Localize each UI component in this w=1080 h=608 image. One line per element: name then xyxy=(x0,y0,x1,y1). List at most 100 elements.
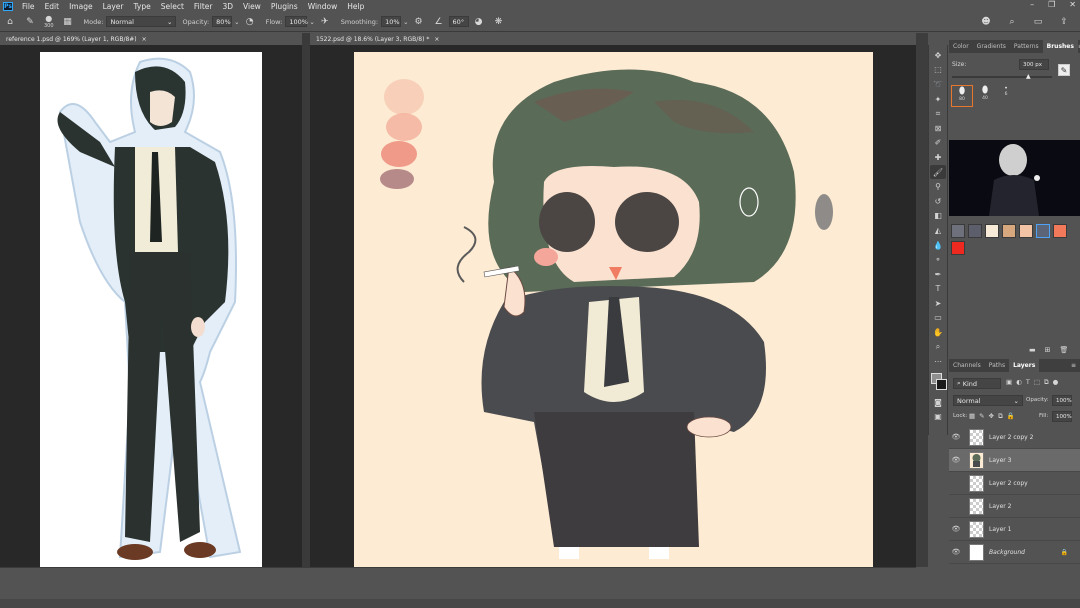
menu-file[interactable]: File xyxy=(17,2,40,11)
menu-select[interactable]: Select xyxy=(156,2,189,11)
adjustment-filter-icon[interactable]: ◐ xyxy=(1016,378,1022,387)
share-icon[interactable]: ⇪ xyxy=(1057,15,1071,29)
swatch-3[interactable] xyxy=(985,224,999,238)
smoothing-field[interactable]: 10% xyxy=(381,16,402,27)
layer-row-layer-1[interactable]: 👁 Layer 1 xyxy=(949,518,1080,541)
new-brush-icon[interactable]: ✎ xyxy=(1058,64,1070,76)
flow-field[interactable]: 100% xyxy=(285,16,308,27)
smart-object-filter-icon[interactable]: ⧉ xyxy=(1044,378,1049,387)
swatch-4[interactable] xyxy=(1002,224,1016,238)
clone-stamp-tool-icon[interactable]: ⚲ xyxy=(930,179,946,194)
hand-tool-icon[interactable]: ✋ xyxy=(930,325,946,340)
visibility-eye-icon[interactable]: 👁 xyxy=(949,433,963,441)
tab-paths[interactable]: Paths xyxy=(985,359,1009,372)
split-divider[interactable] xyxy=(302,33,310,567)
search-icon[interactable]: ⌕ xyxy=(1005,15,1019,29)
menu-layer[interactable]: Layer xyxy=(98,2,129,11)
menu-help[interactable]: Help xyxy=(342,2,369,11)
pen-tool-icon[interactable]: ✒ xyxy=(930,267,946,282)
trash-icon[interactable]: 🗑 xyxy=(1060,346,1069,354)
size-slider[interactable] xyxy=(952,76,1052,78)
menu-3d[interactable]: 3D xyxy=(217,2,238,11)
swatch-8[interactable] xyxy=(951,241,965,255)
lock-pixels-icon[interactable]: ✎ xyxy=(979,412,984,421)
healing-brush-tool-icon[interactable]: ✚ xyxy=(930,150,946,165)
brush-preset-1[interactable]: ⬮ 80 xyxy=(951,85,973,107)
menu-type[interactable]: Type xyxy=(129,2,156,11)
user-icon[interactable]: ☻ xyxy=(979,15,993,29)
brush-preset-2[interactable]: ⬮ 40 xyxy=(977,85,993,107)
blur-tool-icon[interactable]: 💧 xyxy=(930,238,946,253)
close-icon[interactable]: ✕ xyxy=(1069,0,1076,9)
workspace-icon[interactable]: ▭ xyxy=(1031,15,1045,29)
swatch-5[interactable] xyxy=(1019,224,1033,238)
airbrush-icon[interactable]: ✈ xyxy=(318,15,332,29)
swatch-1[interactable] xyxy=(951,224,965,238)
pixel-filter-icon[interactable]: ▣ xyxy=(1006,378,1012,387)
crop-tool-icon[interactable]: ⌗ xyxy=(930,106,946,121)
menu-filter[interactable]: Filter xyxy=(189,2,218,11)
blend-mode-select[interactable]: Normal ⌄ xyxy=(953,395,1023,406)
zoom-tool-icon[interactable]: ⌕ xyxy=(930,340,946,355)
opacity-field[interactable]: 80% xyxy=(212,16,233,27)
folder-icon[interactable]: ▬ xyxy=(1029,346,1036,354)
menu-edit[interactable]: Edit xyxy=(40,2,65,11)
quick-mask-icon[interactable]: ◙ xyxy=(930,395,946,410)
visibility-eye-icon[interactable]: 👁 xyxy=(949,525,963,533)
lock-position-icon[interactable]: ✥ xyxy=(989,412,994,421)
more-tools-icon[interactable]: ⋯ xyxy=(930,354,946,369)
tab-artwork[interactable]: 1522.psd @ 18.6% (Layer 3, RGB/8) * × xyxy=(310,33,916,45)
swatch-6[interactable] xyxy=(1036,224,1050,238)
shape-filter-icon[interactable]: ⬚ xyxy=(1034,378,1040,387)
menu-view[interactable]: View xyxy=(238,2,266,11)
tab-color[interactable]: Color xyxy=(949,40,973,53)
brush-settings-icon[interactable]: ▦ xyxy=(61,15,75,29)
brush-tool-preset-icon[interactable]: ✎ xyxy=(23,15,37,29)
menu-plugins[interactable]: Plugins xyxy=(266,2,303,11)
lock-all-icon[interactable]: 🔒 xyxy=(1007,412,1015,421)
tab-brushes[interactable]: Brushes xyxy=(1042,40,1078,53)
type-filter-icon[interactable]: T xyxy=(1026,378,1030,387)
layer-row-layer-2-copy[interactable]: Layer 2 copy xyxy=(949,472,1080,495)
tab-layers[interactable]: Layers xyxy=(1009,359,1040,372)
pressure-size-icon[interactable]: ◕ xyxy=(472,15,486,29)
mode-select[interactable]: Normal ⌄ xyxy=(106,16,177,27)
add-icon[interactable]: ⊞ xyxy=(1045,346,1051,354)
swatch-2[interactable] xyxy=(968,224,982,238)
swatch-7[interactable] xyxy=(1053,224,1067,238)
paint-bucket-tool-icon[interactable]: ◭ xyxy=(930,223,946,238)
layer-row-layer-2[interactable]: Layer 2 xyxy=(949,495,1080,518)
lock-transparency-icon[interactable]: ▦ xyxy=(969,412,975,421)
menu-window[interactable]: Window xyxy=(303,2,343,11)
eraser-tool-icon[interactable]: ◧ xyxy=(930,209,946,224)
chevron-down-icon[interactable]: ⌄ xyxy=(309,18,314,26)
gear-icon[interactable]: ⚙ xyxy=(412,15,426,29)
path-selection-tool-icon[interactable]: ➤ xyxy=(930,296,946,311)
pressure-opacity-icon[interactable]: ◔ xyxy=(243,15,257,29)
symmetry-icon[interactable]: ❋ xyxy=(492,15,506,29)
lasso-tool-icon[interactable]: ➰ xyxy=(930,77,946,92)
type-tool-icon[interactable]: T xyxy=(930,282,946,297)
home-icon[interactable]: ⌂ xyxy=(3,15,17,29)
artwork-canvas[interactable] xyxy=(354,52,873,567)
chevron-down-icon[interactable]: ⌄ xyxy=(234,18,239,26)
size-field[interactable]: 300 px xyxy=(1019,59,1049,70)
marquee-tool-icon[interactable]: ⬚ xyxy=(930,63,946,78)
visibility-eye-icon[interactable]: 👁 xyxy=(949,548,963,556)
screen-mode-icon[interactable]: ▣ xyxy=(930,410,946,425)
brush-preset-3[interactable]: • 6 xyxy=(999,85,1013,107)
lock-artboard-icon[interactable]: ⧉ xyxy=(998,412,1003,421)
layer-opacity-field[interactable]: 100% xyxy=(1052,395,1072,406)
move-tool-icon[interactable]: ✥ xyxy=(930,48,946,63)
filter-toggle-icon[interactable]: ● xyxy=(1053,378,1059,387)
brush-size-picker[interactable]: ● 300 xyxy=(44,14,54,29)
close-icon[interactable]: × xyxy=(142,36,147,43)
tab-gradients[interactable]: Gradients xyxy=(973,40,1010,53)
layer-filter-select[interactable]: ⌕ Kind xyxy=(953,378,1001,389)
background-color[interactable] xyxy=(936,379,947,391)
brush-tool-icon[interactable]: 🖌 xyxy=(930,164,946,180)
minimize-icon[interactable]: – xyxy=(1030,0,1034,9)
size-slider-handle[interactable]: ▲ xyxy=(1026,73,1031,80)
tab-channels[interactable]: Channels xyxy=(949,359,985,372)
frame-tool-icon[interactable]: ⊠ xyxy=(930,121,946,136)
